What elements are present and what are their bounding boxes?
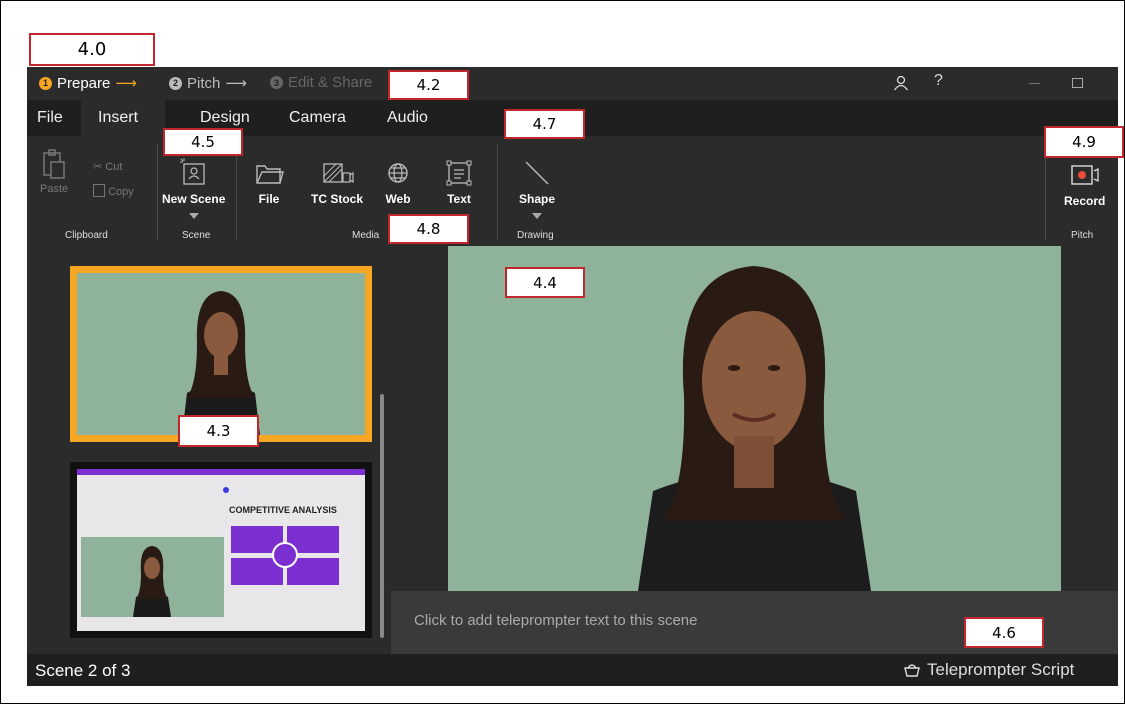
account-icon[interactable] [893, 75, 909, 95]
paste-label: Paste [40, 183, 69, 195]
paste-icon [43, 149, 65, 179]
basket-icon [904, 664, 920, 677]
teleprompter-script-button[interactable]: Teleprompter Script [903, 660, 1074, 680]
step-edit-share[interactable]: 3 Edit & Share [270, 74, 372, 91]
paste-button[interactable]: Paste [40, 148, 68, 195]
tc-stock-label: TC Stock [311, 192, 364, 206]
copy-icon [93, 184, 105, 197]
app-window: 1 Prepare ⟶ 2 Pitch ⟶ 3 Edit & Share ? F… [27, 67, 1118, 686]
text-box-icon [446, 160, 472, 186]
scenes-panel: COMPETITIVE ANALYSIS [27, 246, 391, 654]
drawing-group-label: Drawing [517, 230, 554, 241]
divider [157, 144, 158, 240]
text-label: Text [447, 192, 471, 206]
step-prepare[interactable]: 1 Prepare ⟶ [39, 74, 137, 92]
menu-audio[interactable]: Audio [387, 109, 428, 127]
dropdown-caret-icon [188, 213, 199, 219]
clipboard-group-label: Clipboard [65, 230, 108, 241]
scissors-icon: ✂ [93, 161, 103, 173]
web-button[interactable]: Web [383, 158, 413, 206]
media-group-label: Media [352, 230, 380, 241]
menu-camera[interactable]: Camera [289, 109, 346, 127]
shape-label: Shape [519, 192, 556, 206]
callout-4-7: 4.7 [504, 109, 585, 139]
new-scene-icon [179, 158, 205, 185]
arrow-right-icon: ⟶ [225, 75, 247, 92]
minimize-icon[interactable] [1029, 83, 1040, 84]
teleprompter-script-label: Teleprompter Script [927, 660, 1075, 679]
step-number: 1 [39, 76, 52, 90]
slide-top-bar [77, 469, 365, 475]
scrollbar[interactable] [380, 394, 384, 638]
arrow-right-icon: ⟶ [115, 75, 137, 92]
file-label: File [258, 192, 280, 206]
slide-dot [223, 487, 229, 493]
divider [1045, 144, 1046, 240]
scene-group-label: Scene [182, 230, 211, 241]
record-icon [1070, 165, 1099, 185]
divider [497, 144, 498, 240]
callout-4-6: 4.6 [964, 617, 1044, 648]
slide-title: COMPETITIVE ANALYSIS [229, 505, 337, 515]
cut-label: Cut [105, 161, 123, 173]
shape-button[interactable]: Shape [519, 158, 555, 219]
callout-4-4: 4.4 [505, 267, 585, 298]
scene-counter: Scene 2 of 3 [35, 661, 131, 680]
callout-4-8: 4.8 [388, 214, 469, 244]
menu-file[interactable]: File [37, 109, 63, 127]
file-button[interactable]: File [254, 158, 284, 206]
title-bar: 1 Prepare ⟶ 2 Pitch ⟶ 3 Edit & Share ? [27, 67, 1118, 100]
dropdown-caret-icon [532, 213, 542, 219]
cut-button[interactable]: ✂ Cut [93, 160, 122, 173]
pitch-group-label: Pitch [1071, 230, 1094, 241]
line-shape-icon [525, 161, 549, 185]
callout-4-0: 4.0 [29, 33, 155, 66]
step-number: 3 [270, 76, 283, 89]
menu-design[interactable]: Design [200, 109, 250, 127]
globe-icon [388, 163, 408, 183]
maximize-icon[interactable] [1072, 78, 1083, 88]
new-scene-label: New Scene [162, 192, 226, 206]
callout-4-5: 4.5 [163, 128, 243, 156]
web-label: Web [385, 192, 411, 206]
step-label: Prepare [57, 74, 111, 92]
copy-label: Copy [108, 186, 134, 198]
divider [236, 144, 237, 240]
step-number: 2 [169, 76, 182, 90]
record-label: Record [1064, 194, 1106, 208]
callout-4-9: 4.9 [1044, 126, 1124, 158]
step-label: Edit & Share [288, 74, 373, 91]
scene-preview [391, 246, 1118, 591]
slide-video-image [81, 537, 224, 617]
slide-preview: COMPETITIVE ANALYSIS [77, 469, 365, 631]
step-label: Pitch [187, 74, 221, 92]
status-bar: Scene 2 of 3 Teleprompter Script [27, 654, 1118, 686]
step-pitch[interactable]: 2 Pitch ⟶ [169, 74, 247, 92]
tc-stock-button[interactable]: TC Stock [311, 158, 363, 206]
callout-4-2: 4.2 [388, 70, 469, 100]
folder-icon [256, 165, 284, 184]
teleprompter-placeholder: Click to add teleprompter text to this s… [414, 612, 698, 629]
menu-insert[interactable]: Insert [98, 109, 138, 127]
record-button[interactable]: Record [1064, 164, 1105, 208]
copy-button[interactable]: Copy [93, 184, 134, 198]
new-scene-button[interactable]: New Scene [162, 158, 225, 219]
stock-media-icon [323, 163, 354, 184]
scene-thumbnail-image [77, 273, 365, 435]
text-button[interactable]: Text [444, 158, 474, 206]
callout-4-3: 4.3 [178, 415, 259, 447]
help-icon[interactable]: ? [934, 72, 943, 90]
scene-thumbnail-2[interactable]: COMPETITIVE ANALYSIS [70, 462, 372, 638]
slide-quad-diagram [231, 526, 341, 586]
